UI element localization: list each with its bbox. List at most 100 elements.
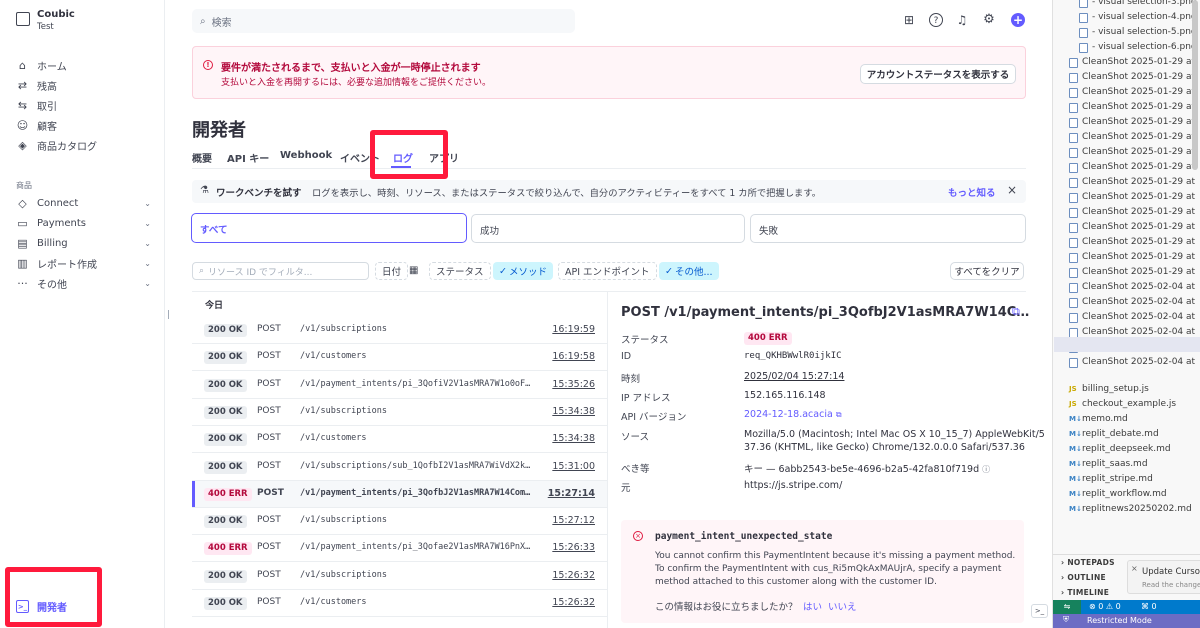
file-item[interactable]: CleanShot 2025-01-29 at bbox=[1069, 70, 1195, 85]
help-icon[interactable]: ? bbox=[929, 13, 943, 27]
file-item[interactable]: CleanShot 2025-01-29 at bbox=[1069, 265, 1195, 280]
method-filter[interactable]: ✓ メソッド bbox=[493, 262, 553, 280]
log-time[interactable]: 15:31:00 bbox=[552, 461, 595, 472]
file-item[interactable]: M↓ replit_deepseek.md bbox=[1069, 442, 1171, 457]
file-item[interactable]: CleanShot 2025-01-29 at bbox=[1069, 115, 1195, 130]
table-row[interactable]: 200 OK POST/v1/subscriptions 15:27:12 bbox=[192, 508, 607, 536]
other-filter[interactable]: ✓ その他... bbox=[659, 262, 719, 280]
file-item[interactable]: CleanShot 2025-01-29 at bbox=[1069, 250, 1195, 265]
table-row[interactable]: 200 OK POST/v1/payment_intents/pi_3QofiV2… bbox=[192, 372, 607, 399]
file-item[interactable]: JS checkout_example.js bbox=[1069, 397, 1176, 412]
file-item[interactable]: - visual selection-5.png bbox=[1079, 25, 1197, 40]
sidebar-item-balance[interactable]: ⇄ 残高 bbox=[16, 76, 57, 94]
file-item[interactable]: CleanShot 2025-01-29 at bbox=[1069, 130, 1195, 145]
file-item[interactable]: CleanShot 2025-01-29 at bbox=[1069, 220, 1195, 235]
gear-icon[interactable]: ⚙ bbox=[982, 13, 996, 27]
file-item[interactable]: - visual selection-4.png bbox=[1079, 10, 1197, 25]
remote-icon[interactable]: ⇋ bbox=[1053, 600, 1081, 614]
ports-counter[interactable]: ⌘ 0 bbox=[1141, 602, 1157, 611]
sidebar-item-billing[interactable]: ▤ Billing ⌄ bbox=[16, 234, 151, 252]
file-item[interactable]: CleanShot 2025-01-29 at bbox=[1069, 100, 1195, 115]
close-icon[interactable]: × bbox=[1131, 564, 1138, 573]
file-item[interactable]: CleanShot 2025-02-04 at bbox=[1069, 355, 1195, 370]
log-time[interactable]: 15:34:38 bbox=[552, 433, 595, 444]
sidebar-item-connect[interactable]: ◇ Connect ⌄ bbox=[16, 194, 151, 212]
table-row[interactable]: 200 OK POST/v1/customers 15:34:38 bbox=[192, 426, 607, 454]
sidebar-item-payments[interactable]: ▭ Payments ⌄ bbox=[16, 214, 151, 232]
file-item[interactable]: CleanShot 2025-01-29 at bbox=[1069, 55, 1195, 70]
tab-webhook[interactable]: Webhook bbox=[280, 150, 332, 161]
file-item[interactable]: CleanShot 2025-01-29 at bbox=[1069, 160, 1195, 175]
status-filter[interactable]: ステータス bbox=[429, 262, 491, 280]
scrollbar[interactable] bbox=[1192, 0, 1198, 170]
restricted-mode-bar[interactable]: ⛨ Restricted Mode bbox=[1053, 614, 1200, 628]
file-item[interactable]: CleanShot 2025-02-04 at bbox=[1069, 295, 1195, 310]
log-time[interactable]: 16:19:59 bbox=[552, 324, 595, 335]
file-item[interactable]: - visual selection-6.png bbox=[1079, 40, 1197, 55]
table-row[interactable]: 200 OK POST/v1/subscriptions 15:34:38 bbox=[192, 399, 607, 426]
timeline-section[interactable]: › TIMELINE bbox=[1061, 588, 1109, 597]
feedback-yes-link[interactable]: はい bbox=[803, 599, 822, 613]
detail-api-version[interactable]: 2024-12-18.acacia ⧉ bbox=[744, 409, 842, 420]
update-toast[interactable]: × Update Cursor Read the changelo bbox=[1127, 560, 1200, 594]
file-item[interactable]: M↓ replit_debate.md bbox=[1069, 427, 1159, 442]
file-item[interactable]: CleanShot 2025-01-29 at bbox=[1069, 85, 1195, 100]
account-name[interactable]: Coubic bbox=[37, 9, 75, 20]
view-account-status-button[interactable]: アカウントステータスを表示する bbox=[860, 64, 1016, 84]
sidebar-item-more[interactable]: ··· その他 ⌄ bbox=[16, 274, 151, 292]
tab-overview[interactable]: 概要 bbox=[192, 150, 212, 165]
table-row[interactable]: 200 OK POST/v1/subscriptions 15:26:32 bbox=[192, 563, 607, 590]
file-item[interactable]: M↓ replit_saas.md bbox=[1069, 457, 1148, 472]
log-time[interactable]: 15:27:14 bbox=[548, 488, 595, 499]
log-time[interactable]: 15:27:12 bbox=[552, 515, 595, 526]
log-time[interactable]: 16:19:58 bbox=[552, 351, 595, 362]
table-row[interactable]: 200 OK POST/v1/customers 15:26:32 bbox=[192, 590, 607, 617]
file-item[interactable]: CleanShot 2025-02-04 at bbox=[1069, 310, 1195, 325]
status-tab-failure[interactable]: 失敗 bbox=[750, 214, 1026, 243]
table-row[interactable]: 400 ERR POST/v1/payment_intents/pi_3Qofae… bbox=[192, 535, 607, 563]
sidebar-item-reports[interactable]: ▥ レポート作成 ⌄ bbox=[16, 254, 151, 272]
log-time[interactable]: 15:26:32 bbox=[552, 570, 595, 581]
tab-api-keys[interactable]: API キー bbox=[227, 150, 269, 165]
file-item[interactable]: M↓ memo.md bbox=[1069, 412, 1128, 427]
close-icon[interactable]: × bbox=[1007, 183, 1017, 197]
file-item[interactable]: M↓ replit_stripe.md bbox=[1069, 472, 1153, 487]
outline-section[interactable]: › OUTLINE bbox=[1061, 573, 1106, 582]
calendar-icon[interactable]: ▦ bbox=[409, 265, 418, 276]
status-tab-success[interactable]: 成功 bbox=[471, 214, 745, 243]
log-time[interactable]: 15:34:38 bbox=[552, 406, 595, 417]
file-item[interactable]: M↓ replit_workflow.md bbox=[1069, 487, 1167, 502]
sidebar-item-transactions[interactable]: ⇆ 取引 bbox=[16, 96, 57, 114]
file-item[interactable]: CleanShot 2025-01-29 at bbox=[1069, 175, 1195, 190]
endpoint-filter[interactable]: API エンドポイント bbox=[558, 262, 657, 280]
date-filter[interactable]: 日付 bbox=[375, 262, 409, 280]
resource-filter-input[interactable]: ⌕ リソース ID でフィルタ... bbox=[192, 262, 369, 280]
sidebar-item-customers[interactable]: ☺ 顧客 bbox=[16, 116, 57, 134]
file-item[interactable]: CleanShot 2025-01-29 at bbox=[1069, 205, 1195, 220]
sidebar-item-catalog[interactable]: ◈ 商品カタログ bbox=[16, 136, 97, 154]
table-row[interactable]: 200 OK POST/v1/subscriptions/sub_1QofbI2V… bbox=[192, 454, 607, 481]
log-time[interactable]: 15:35:26 bbox=[552, 379, 595, 390]
notepads-section[interactable]: › NOTEPADS bbox=[1061, 558, 1115, 567]
clear-all-button[interactable]: すべてをクリア bbox=[950, 262, 1024, 280]
search-input[interactable]: ⌕ 検索 bbox=[192, 9, 575, 33]
terminal-icon[interactable]: >_ bbox=[1031, 604, 1048, 618]
file-item[interactable]: CleanShot 2025-02-04 at bbox=[1069, 280, 1195, 295]
log-time[interactable]: 15:26:33 bbox=[552, 542, 595, 553]
file-item[interactable]: JS billing_setup.js bbox=[1069, 382, 1149, 397]
feedback-no-link[interactable]: いいえ bbox=[828, 599, 857, 613]
table-row[interactable]: 400 ERR POST/v1/payment_intents/pi_3QofbJ… bbox=[192, 480, 607, 508]
create-icon[interactable]: + bbox=[1011, 13, 1025, 27]
file-item[interactable]: M↓ replitnews20250202.md bbox=[1069, 502, 1192, 517]
file-item[interactable]: - visual selection-3.png bbox=[1079, 0, 1197, 10]
table-row[interactable]: 200 OK POST/v1/subscriptions 16:19:59 bbox=[192, 317, 607, 344]
bell-icon[interactable]: ♫ bbox=[955, 13, 969, 27]
file-item[interactable]: CleanShot 2025-01-29 at bbox=[1069, 190, 1195, 205]
sidebar-item-developer[interactable]: >_ 開発者 bbox=[16, 597, 67, 615]
file-item[interactable]: CleanShot 2025-01-29 at bbox=[1069, 235, 1195, 250]
file-item[interactable]: CleanShot 2025-01-29 at bbox=[1069, 145, 1195, 160]
log-time[interactable]: 15:26:32 bbox=[552, 597, 595, 608]
apps-icon[interactable]: ⊞ bbox=[902, 13, 916, 27]
status-tab-all[interactable]: すべて bbox=[191, 213, 467, 243]
table-row[interactable]: 200 OK POST/v1/customers 16:19:58 bbox=[192, 344, 607, 372]
